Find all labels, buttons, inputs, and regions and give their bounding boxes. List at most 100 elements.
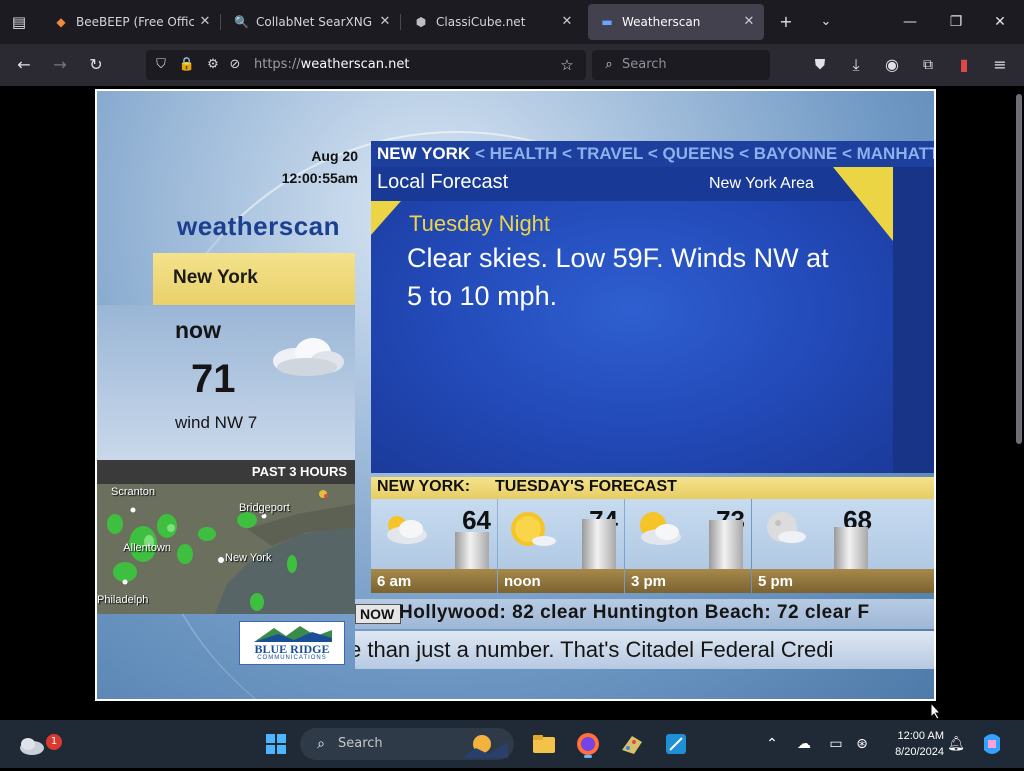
cloudy-icon bbox=[273, 338, 344, 376]
topic-separator: < bbox=[474, 144, 485, 163]
temperature-bar bbox=[455, 532, 489, 569]
navigation-toolbar: ← → ↻ ⛉ 🔒 ⚙ ⊘ https://weatherscan.net ☆ … bbox=[0, 44, 1024, 86]
now-ticker: NOW Hollywood: 82 clear Huntington Beach… bbox=[355, 599, 934, 629]
current-wind: wind NW 7 bbox=[175, 413, 258, 432]
volume-icon[interactable]: ⊛ bbox=[852, 734, 872, 754]
forecast-period: Tuesday Night bbox=[409, 211, 551, 236]
radar-header: PAST 3 HOURS bbox=[97, 460, 355, 484]
daypart-cell: 74 noon bbox=[498, 499, 624, 593]
daypart-location: NEW YORK: bbox=[377, 478, 471, 495]
daypart-time: 6 am bbox=[377, 573, 412, 590]
taskbar-clock[interactable]: 12:00 AM 8/20/2024 bbox=[880, 728, 944, 760]
time: 12:00:55am bbox=[281, 170, 358, 186]
forward-arrow-icon[interactable]: → bbox=[48, 53, 72, 77]
daypart-time: 5 pm bbox=[758, 573, 794, 590]
tab-searxng[interactable]: 🔍 CollabNet SearXNG ✕ bbox=[222, 4, 400, 40]
partly-cloudy-icon bbox=[387, 516, 427, 544]
daypart-cell: 68 5 pm bbox=[752, 499, 934, 593]
chevron-down-icon[interactable]: ⌄ bbox=[814, 10, 838, 34]
tab-classicube[interactable]: ⬢ ClassiCube.net ✕ bbox=[402, 4, 582, 40]
firefox-icon[interactable] bbox=[572, 728, 604, 760]
account-icon[interactable]: ◉ bbox=[880, 53, 904, 77]
page-scrollbar[interactable] bbox=[1016, 94, 1022, 444]
daypart-cell: 73 3 pm bbox=[625, 499, 751, 593]
date-time: Aug 20 12:00:55am bbox=[282, 145, 358, 189]
reload-icon[interactable]: ↻ bbox=[84, 53, 108, 77]
location-bar: New York bbox=[153, 253, 355, 305]
close-tab-icon[interactable]: ✕ bbox=[198, 4, 212, 40]
close-window-icon[interactable]: ✕ bbox=[988, 10, 1012, 34]
daypart-time: noon bbox=[504, 573, 541, 590]
temperature-bar bbox=[582, 518, 616, 569]
close-tab-icon[interactable]: ✕ bbox=[378, 4, 392, 40]
tab-title: CollabNet SearXNG bbox=[256, 15, 373, 29]
paint-app-icon[interactable] bbox=[616, 728, 648, 760]
list-all-tabs-icon[interactable]: ▤ bbox=[8, 11, 30, 33]
search-input[interactable]: ⌕ Search bbox=[592, 50, 770, 80]
daypart-header: NEW YORK: TUESDAY'S FORECAST bbox=[371, 477, 934, 499]
radar-city-label: Scranton bbox=[111, 486, 156, 498]
file-explorer-icon[interactable] bbox=[528, 728, 560, 760]
now-ticker-text: Hollywood: 82 clear Huntington Beach: 72… bbox=[399, 602, 870, 623]
network-off-icon[interactable]: ☁ bbox=[794, 734, 814, 754]
topic-item: TRAVEL bbox=[576, 144, 644, 163]
url-scheme: https:// bbox=[254, 57, 301, 72]
minimize-icon[interactable]: — bbox=[898, 10, 922, 34]
bookmark-star-icon[interactable]: ☆ bbox=[558, 56, 576, 74]
now-tag: NOW bbox=[355, 604, 402, 624]
taskbar-date: 8/20/2024 bbox=[895, 746, 944, 758]
extensions-icon[interactable]: ⧉ bbox=[916, 53, 940, 77]
app-icon[interactable] bbox=[660, 728, 692, 760]
cube-favicon-icon: ⬢ bbox=[415, 15, 427, 29]
chevron-up-icon[interactable]: ⌃ bbox=[762, 734, 782, 754]
search-highlight-icon bbox=[462, 735, 508, 758]
copilot-icon[interactable] bbox=[976, 728, 1008, 760]
autoplay-blocked-icon[interactable]: ⊘ bbox=[226, 56, 244, 74]
search-icon: ⌕ bbox=[605, 57, 613, 72]
address-bar[interactable]: ⛉ 🔒 ⚙ ⊘ https://weatherscan.net ☆ bbox=[146, 50, 586, 80]
mouse-cursor-icon bbox=[930, 702, 942, 720]
weatherscan-favicon-icon: ▬ bbox=[601, 15, 613, 29]
weatherscan-display: Aug 20 12:00:55am weatherscan New York n… bbox=[95, 89, 936, 701]
display-icon[interactable]: ▭ bbox=[826, 734, 846, 754]
shield-icon[interactable]: ⛉ bbox=[152, 56, 170, 74]
ad-crawl-text: e than just a number. That's Citadel Fed… bbox=[355, 637, 834, 662]
new-tab-icon[interactable]: + bbox=[774, 10, 798, 34]
topic-strip: NEW YORK < HEALTH < TRAVEL < QUEENS < BA… bbox=[371, 141, 934, 167]
pocket-icon[interactable]: ⛊ bbox=[808, 53, 832, 77]
radar-city-label: Philadelphia bbox=[97, 594, 149, 606]
beebeep-favicon-icon: ◆ bbox=[56, 15, 66, 29]
date: Aug 20 bbox=[311, 148, 358, 164]
notifications-bell-icon[interactable]: 🔔︎ bbox=[946, 734, 966, 754]
partly-cloudy-icon bbox=[640, 512, 681, 545]
back-arrow-icon[interactable]: ← bbox=[12, 53, 36, 77]
close-tab-icon[interactable]: ✕ bbox=[560, 4, 574, 40]
tab-title: ClassiCube.net bbox=[436, 15, 526, 29]
topic-item: BAYONNE bbox=[753, 144, 838, 163]
search-placeholder: Search bbox=[622, 57, 667, 72]
topic-separator: < bbox=[562, 144, 572, 163]
lock-icon[interactable]: 🔒 bbox=[178, 56, 196, 74]
restore-icon[interactable]: ❐ bbox=[944, 10, 968, 34]
permissions-icon[interactable]: ⚙ bbox=[204, 56, 222, 74]
topic-item: QUEENS bbox=[662, 144, 735, 163]
tab-beebeep[interactable]: ◆ BeeBEEP (Free Office M ✕ bbox=[42, 4, 220, 40]
daypart-time: 3 pm bbox=[631, 573, 667, 590]
topic-item: HEALTH bbox=[489, 144, 558, 163]
now-label: now bbox=[175, 317, 221, 343]
topic-separator: < bbox=[841, 144, 852, 163]
close-tab-icon[interactable]: ✕ bbox=[742, 4, 756, 40]
url-text[interactable]: https://weatherscan.net bbox=[254, 50, 409, 80]
tab-weatherscan[interactable]: ▬ Weatherscan ✕ bbox=[588, 4, 764, 40]
sponsor-logo: BLUE RIDGE COMMUNICATIONS bbox=[239, 621, 345, 665]
taskbar-time: 12:00 AM bbox=[897, 730, 944, 742]
weather-widget-icon[interactable]: 1 bbox=[16, 728, 62, 760]
local-forecast-panel: Tuesday Night Clear skies. Low 59F. Wind… bbox=[371, 167, 893, 473]
topic-separator: < bbox=[647, 144, 658, 163]
taskbar-search[interactable]: ⌕ Search bbox=[300, 728, 514, 760]
windows-start-icon[interactable] bbox=[260, 728, 292, 760]
search-icon: ⌕ bbox=[317, 736, 325, 752]
addon-icon[interactable]: ▮ bbox=[952, 53, 976, 77]
downloads-icon[interactable]: ⤓ bbox=[844, 53, 868, 77]
hamburger-menu-icon[interactable]: ≡ bbox=[988, 53, 1012, 77]
